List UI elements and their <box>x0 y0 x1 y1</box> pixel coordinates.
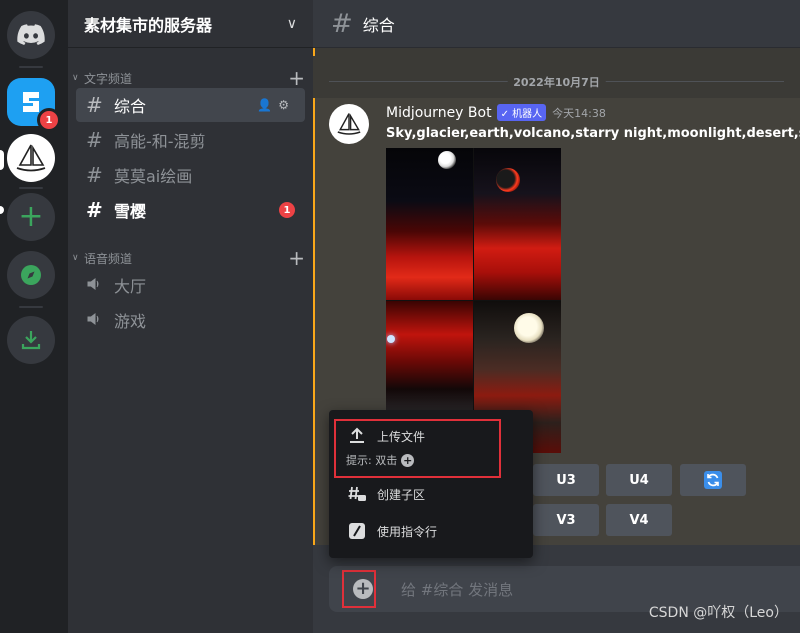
add-server-button[interactable]: + <box>7 193 55 241</box>
message-placeholder: 给 #综合 发消息 <box>401 581 514 599</box>
discord-logo-icon <box>17 24 45 45</box>
hash-icon: # <box>86 93 103 117</box>
category-text[interactable]: ∨ 文字频道 + <box>72 66 305 90</box>
invite-member-icon[interactable]: 👤 <box>257 98 278 112</box>
channel-xueying[interactable]: # 雪樱 1 <box>76 193 305 227</box>
image-grid[interactable] <box>386 148 561 453</box>
rail-divider <box>19 306 43 308</box>
refresh-icon <box>704 471 722 489</box>
sailboat-icon <box>16 144 46 172</box>
grid-image-1 <box>386 148 473 300</box>
compass-icon <box>21 265 41 285</box>
channel-header: # 综合 <box>313 0 800 48</box>
create-channel-icon[interactable]: + <box>288 246 305 270</box>
reroll-button[interactable] <box>680 464 746 496</box>
author-name[interactable]: Midjourney Bot <box>386 105 492 121</box>
plus-icon: + <box>18 199 44 234</box>
channel-ai-art[interactable]: # 莫莫ai绘画 <box>76 158 305 192</box>
bot-badge: ✓ 机器人 <box>496 104 547 121</box>
channel-title: 综合 <box>362 15 395 35</box>
sailboat-icon <box>337 113 361 135</box>
chevron-down-icon: ∨ <box>286 15 297 32</box>
hash-icon: # <box>86 128 103 152</box>
variation-3-button[interactable]: V3 <box>533 504 599 536</box>
speaker-icon <box>86 273 110 297</box>
discord-home-button[interactable] <box>7 11 55 59</box>
speaker-icon <box>86 308 110 332</box>
category-collapse-icon: ∨ <box>72 253 79 263</box>
menu-label: 使用指令行 <box>377 524 438 539</box>
highlight-box-plus <box>342 570 376 608</box>
voice-channel-lobby[interactable]: 大厅 <box>76 268 305 302</box>
category-voice[interactable]: ∨ 语音频道 + <box>72 246 305 270</box>
server-midjourney[interactable] <box>7 134 55 182</box>
server-sucai-badge: 1 <box>37 108 61 132</box>
menu-label: 创建子区 <box>377 487 426 502</box>
slash-command-icon <box>347 521 367 541</box>
channel-name: 大厅 <box>114 277 147 296</box>
category-collapse-icon: ∨ <box>72 73 79 83</box>
server-header[interactable]: 素材集市的服务器 ∨ <box>68 0 313 48</box>
rail-divider <box>19 66 43 68</box>
hash-lock-icon: # <box>86 163 103 187</box>
download-icon <box>21 331 41 350</box>
category-label: 语音频道 <box>84 251 133 266</box>
channel-name: 雪樱 <box>114 202 147 221</box>
menu-item-use-command[interactable]: 使用指令行 <box>347 521 437 541</box>
channel-highlights[interactable]: # 高能-和-混剪 <box>76 123 305 157</box>
create-channel-icon[interactable]: + <box>288 66 305 90</box>
channel-name: 游戏 <box>114 312 147 331</box>
date-divider: 2022年10月7日 <box>329 74 784 90</box>
download-apps-button[interactable] <box>7 316 55 364</box>
upscale-4-button[interactable]: U4 <box>606 464 672 496</box>
highlight-box-upload <box>334 419 501 478</box>
message-text: Sky,glacier,earth,volcano,starry night,m… <box>386 126 800 141</box>
selected-server-pill <box>0 150 4 170</box>
rail-divider <box>19 187 43 189</box>
channel-name: 综合 <box>114 97 147 116</box>
channel-name: 高能-和-混剪 <box>114 132 206 151</box>
channel-name: 莫莫ai绘画 <box>114 167 193 186</box>
timestamp: 今天14:38 <box>552 106 606 120</box>
thread-icon <box>347 484 367 504</box>
explore-servers-button[interactable] <box>7 251 55 299</box>
hash-icon: # <box>331 8 353 39</box>
gear-icon[interactable]: ⚙ <box>278 98 295 112</box>
hash-icon: # <box>86 198 103 222</box>
menu-item-create-thread[interactable]: 创建子区 <box>347 484 425 504</box>
server-rail: 1 + <box>0 0 68 633</box>
channel-sidebar: 素材集市的服务器 ∨ ∨ 文字频道 + # 综合 👤⚙ # 高能-和-混剪 # … <box>0 0 313 633</box>
variation-4-button[interactable]: V4 <box>606 504 672 536</box>
voice-channel-games[interactable]: 游戏 <box>76 303 305 337</box>
watermark: CSDN @吖权（Leo） <box>648 605 788 621</box>
category-label: 文字频道 <box>84 71 133 86</box>
server-name: 素材集市的服务器 <box>84 15 213 35</box>
upscale-3-button[interactable]: U3 <box>533 464 599 496</box>
avatar[interactable] <box>329 104 369 144</box>
channel-general[interactable]: # 综合 👤⚙ <box>76 88 305 122</box>
unread-badge: 1 <box>279 202 295 218</box>
date-text: 2022年10月7日 <box>507 74 606 90</box>
grid-image-2 <box>474 148 561 300</box>
